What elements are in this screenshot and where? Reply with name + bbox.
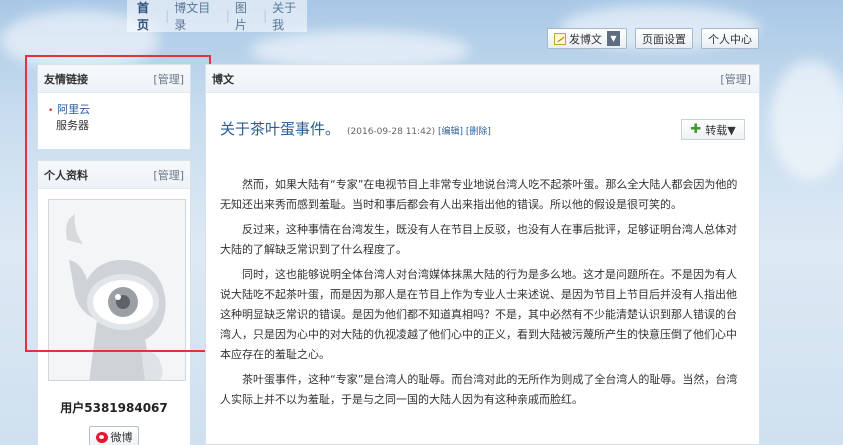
article-paragraph: 反过来，这种事情在台湾发生，既没有人在节目上反驳，也没有人在事后批评，足够证明台…	[220, 223, 737, 256]
article-body: 然而，如果大陆有“专家”在电视节目上非常专业地说台湾人吃不起茶叶蛋。那么全大陆人…	[206, 139, 759, 410]
post-title[interactable]: 关于茶叶蛋事件。	[220, 118, 340, 139]
repost-button[interactable]: ✚ 转载▼	[681, 119, 745, 140]
blog-header: 博文 [管理]	[206, 65, 759, 93]
dropdown-arrow-icon[interactable]: ▼	[607, 31, 620, 46]
article-paragraph: 同时，这也能够说明全体台湾人对台湾媒体抹黑大陆的行为是多么地。这才是问题所在。不…	[220, 268, 737, 361]
friend-links-list: • 阿里云 服务器	[38, 93, 190, 149]
nav-blog-catalog[interactable]: 博文目录	[174, 0, 220, 33]
friend-links-title: 友情链接	[44, 72, 88, 86]
post-meta: (2016-09-28 11:42) [编辑] [删除]	[347, 124, 491, 137]
friend-links-panel: 友情链接 [管理] • 阿里云 服务器	[37, 64, 191, 150]
friend-links-manage-link[interactable]: [管理]	[153, 71, 184, 87]
nav-separator: |	[263, 9, 268, 23]
profile-manage-link[interactable]: [管理]	[153, 167, 184, 183]
link-aliyun[interactable]: 阿里云	[57, 103, 90, 116]
top-navigation: 首页 | 博文目录 | 图片 | 关于我	[127, 0, 307, 32]
weibo-button[interactable]: 微博	[89, 426, 139, 445]
profile-panel: 个人资料 [管理] 用户5381984067 微博	[37, 160, 191, 445]
weibo-eye-avatar-icon	[49, 200, 185, 380]
post-blog-label: 发博文	[569, 32, 602, 46]
post-blog-button[interactable]: 发博文 ▼	[547, 28, 627, 49]
background-cloud	[770, 60, 843, 180]
link-aliyun-subtitle: 服务器	[56, 119, 89, 132]
blog-manage-link[interactable]: [管理]	[720, 71, 751, 87]
nav-separator: |	[225, 9, 230, 23]
plus-icon: ✚	[690, 122, 702, 137]
blog-toolbar: 发博文 ▼ 页面设置 个人中心	[547, 28, 759, 49]
personal-center-button[interactable]: 个人中心	[701, 28, 759, 49]
left-sidebar: 友情链接 [管理] • 阿里云 服务器 个人资料 [管理] 用户53819840…	[37, 64, 191, 445]
profile-body: 用户5381984067 微博	[38, 189, 190, 445]
edit-link[interactable]: [编辑]	[438, 127, 463, 137]
weibo-label: 微博	[110, 431, 133, 444]
page-settings-button[interactable]: 页面设置	[635, 28, 693, 49]
weibo-logo-icon	[95, 431, 108, 443]
bullet-icon: •	[48, 106, 54, 116]
friend-links-header: 友情链接 [管理]	[38, 65, 190, 93]
profile-title: 个人资料	[44, 168, 88, 182]
nav-pictures[interactable]: 图片	[235, 0, 258, 33]
article-paragraph: 茶叶蛋事件，这种“专家”是台湾人的耻辱。而台湾对此的无所作为则成了全台湾人的耻辱…	[220, 373, 738, 406]
blog-main-panel: 博文 [管理] 关于茶叶蛋事件。 (2016-09-28 11:42) [编辑]…	[205, 64, 760, 445]
profile-username: 用户5381984067	[60, 401, 168, 415]
nav-home[interactable]: 首页	[137, 0, 160, 33]
post-timestamp: (2016-09-28 11:42)	[347, 127, 436, 137]
repost-label: 转载▼	[705, 123, 736, 137]
blog-section-title: 博文	[212, 72, 234, 86]
nav-separator: |	[165, 9, 170, 23]
list-item: • 阿里云	[48, 101, 180, 117]
nav-about-me[interactable]: 关于我	[272, 0, 307, 33]
post-title-row: 关于茶叶蛋事件。 (2016-09-28 11:42) [编辑] [删除]	[206, 93, 759, 139]
avatar[interactable]	[48, 199, 186, 381]
profile-header: 个人资料 [管理]	[38, 161, 190, 189]
article-paragraph: 然而，如果大陆有“专家”在电视节目上非常专业地说台湾人吃不起茶叶蛋。那么全大陆人…	[220, 178, 738, 211]
edit-pen-icon	[554, 32, 566, 45]
delete-link[interactable]: [删除]	[466, 127, 491, 137]
